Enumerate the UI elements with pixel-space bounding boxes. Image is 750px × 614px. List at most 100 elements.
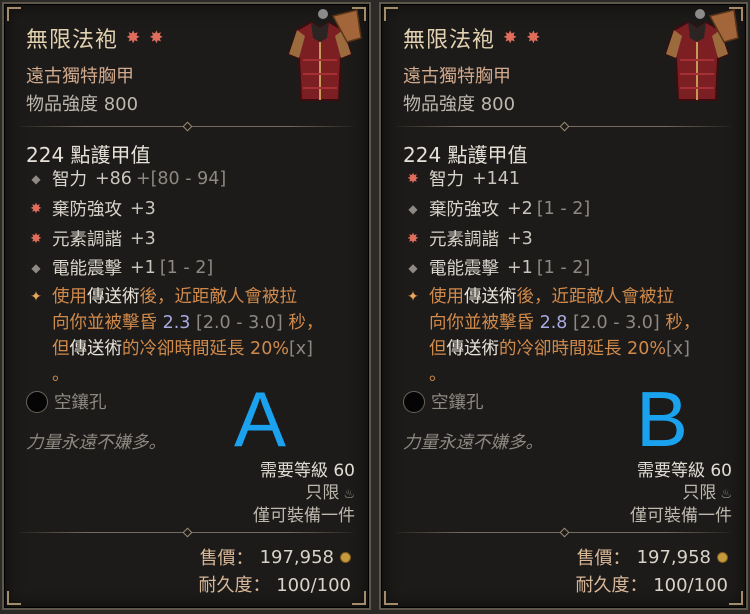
greater-affix-icon: ✸ (407, 170, 419, 187)
frame-corner (729, 591, 743, 605)
socket-icon (403, 390, 425, 413)
sell-price: 售價： 197,958 (577, 544, 728, 570)
affix-name: 智力 (52, 170, 87, 190)
roll-value: 2.8 (539, 313, 568, 333)
legendary-icon: ✦ (407, 289, 419, 305)
legend-text: 向你並被擊昏 (429, 313, 534, 333)
frame-corner (7, 7, 21, 21)
durability: 耐久度： 100/100 (198, 571, 351, 597)
frame-corner (7, 591, 21, 605)
multiplier-tag: [x] (288, 339, 313, 359)
section-divider (20, 527, 353, 538)
class-restriction: 只限 ♨ (682, 478, 732, 503)
durability-value: 100/100 (276, 575, 351, 596)
section-divider (397, 121, 730, 132)
item-type: 遠古獨特胸甲 (403, 66, 511, 87)
legend-text: 但 (429, 339, 447, 359)
frame-corner (352, 591, 366, 605)
legend-text: 。 (429, 365, 447, 385)
affix-name: 智力 (429, 170, 464, 190)
roll-range: [2.0 - 3.0] (196, 313, 283, 333)
diamond-icon: ◆ (408, 260, 418, 275)
diamond-icon: ◆ (408, 201, 418, 216)
affix-value: +1 (130, 257, 156, 278)
greater-affix-icon: ✸ (30, 200, 42, 217)
section-divider (397, 527, 730, 538)
skill-name: 傳送術 (69, 339, 123, 359)
affix-range: [1 - 2] (159, 257, 214, 278)
affix-name: 電能震擊 (429, 259, 499, 279)
affix-shock: ◆ 電能震擊 +1 [1 - 2] (26, 255, 213, 280)
unique-equipped: 僅可裝備一件 (253, 506, 355, 526)
affix-value: +1 (507, 257, 533, 278)
legend-text: 後，近距敵人會被拉 (139, 287, 298, 307)
affix-range: [1 - 2] (536, 257, 591, 278)
greater-affix-icon: ✸ (407, 230, 419, 247)
socket-label: 空鑲孔 (54, 393, 107, 413)
sell-label: 售價： (576, 548, 631, 569)
diamond-icon: ◆ (31, 171, 41, 186)
sell-value: 197,958 (636, 546, 711, 568)
durability-value: 100/100 (653, 575, 728, 596)
class-restriction: 只限 ♨ (305, 478, 355, 503)
item-name-text: 無限法袍 (26, 28, 119, 53)
item-name: 無限法袍 ✸ ✸ (403, 22, 542, 54)
legend-text: 的冷卻時間延長 20% (122, 339, 289, 359)
chest-armor-icon (664, 9, 739, 101)
skill-name: 傳送術 (446, 339, 500, 359)
legend-text: 後，近距敵人會被拉 (516, 287, 675, 307)
legend-text: 使用 (52, 287, 87, 307)
item-type: 遠古獨特胸甲 (26, 66, 134, 87)
affix-overpower: ✸ 棄防強攻 +3 (26, 196, 156, 221)
item-tooltip-b: 無限法袍 ✸ ✸ 遠古獨特胸甲 物品強度 800 224 點護甲值 ✸ 智力 +… (379, 2, 748, 610)
skill-name: 傳送術 (464, 287, 517, 307)
gold-coin-icon (717, 551, 728, 563)
legend-text: 但 (52, 339, 70, 359)
sell-value: 197,958 (259, 546, 334, 568)
empty-socket: 空鑲孔 (403, 389, 484, 414)
gold-coin-icon (340, 551, 351, 563)
multiplier-tag: [x] (665, 339, 690, 359)
affix-name: 棄防強攻 (52, 200, 122, 220)
legend-text: 秒， (288, 313, 324, 333)
sorcerer-class-icon: ♨ (720, 487, 732, 502)
legendary-icon: ✦ (30, 289, 42, 305)
affix-value: +3 (130, 198, 156, 219)
section-divider (20, 121, 353, 132)
affix-name: 元素調諧 (429, 230, 499, 250)
flavor-text: 力量永遠不嫌多。 (26, 433, 166, 453)
socket-label: 空鑲孔 (431, 393, 484, 413)
item-tooltip-a: 無限法袍 ✸ ✸ 遠古獨特胸甲 物品強度 800 224 點護甲值 ◆ 智力 +… (2, 2, 371, 610)
affix-value: +3 (130, 228, 156, 249)
socket-icon (26, 390, 48, 413)
diamond-icon: ◆ (31, 260, 41, 275)
affix-elemental-attunement: ✸ 元素調諧 +3 (403, 226, 533, 251)
durability: 耐久度： 100/100 (575, 571, 728, 597)
legendary-power: ✦ 使用 傳送術 後，近距敵人會被拉 向你並被擊昏 2.3 [2.0 - 3.0] … (26, 284, 361, 388)
affix-overpower: ◆ 棄防強攻 +2 [1 - 2] (403, 196, 590, 221)
ancestral-star-icon: ✸ (149, 28, 165, 48)
legend-text: 使用 (429, 287, 464, 307)
comparison-label: B (636, 375, 689, 463)
legend-text: 秒， (665, 313, 701, 333)
chest-armor-icon (287, 9, 362, 101)
flavor-text: 力量永遠不嫌多。 (403, 433, 543, 453)
affix-name: 電能震擊 (52, 259, 122, 279)
sorcerer-class-icon: ♨ (343, 487, 355, 502)
affix-value: +2 (507, 198, 533, 219)
greater-affix-icon: ✸ (30, 230, 42, 247)
sell-label: 售價： (199, 548, 254, 569)
affix-intelligence: ✸ 智力 +141 (403, 166, 520, 191)
affix-shock: ◆ 電能震擊 +1 [1 - 2] (403, 255, 590, 280)
class-restriction-label: 只限 (305, 483, 340, 503)
ancestral-star-icon: ✸ (503, 28, 519, 48)
affix-intelligence: ◆ 智力 +86 +[80 - 94] (26, 166, 226, 191)
armor-value: 224 點護甲值 (26, 143, 151, 167)
affix-range: +[80 - 94] (135, 168, 227, 189)
roll-value: 2.3 (162, 313, 191, 333)
legend-text: 的冷卻時間延長 20% (499, 339, 666, 359)
legend-text: 。 (52, 365, 70, 385)
armor-value: 224 點護甲值 (403, 143, 528, 167)
affix-range: [1 - 2] (536, 198, 591, 219)
affix-value: +86 (95, 168, 132, 189)
